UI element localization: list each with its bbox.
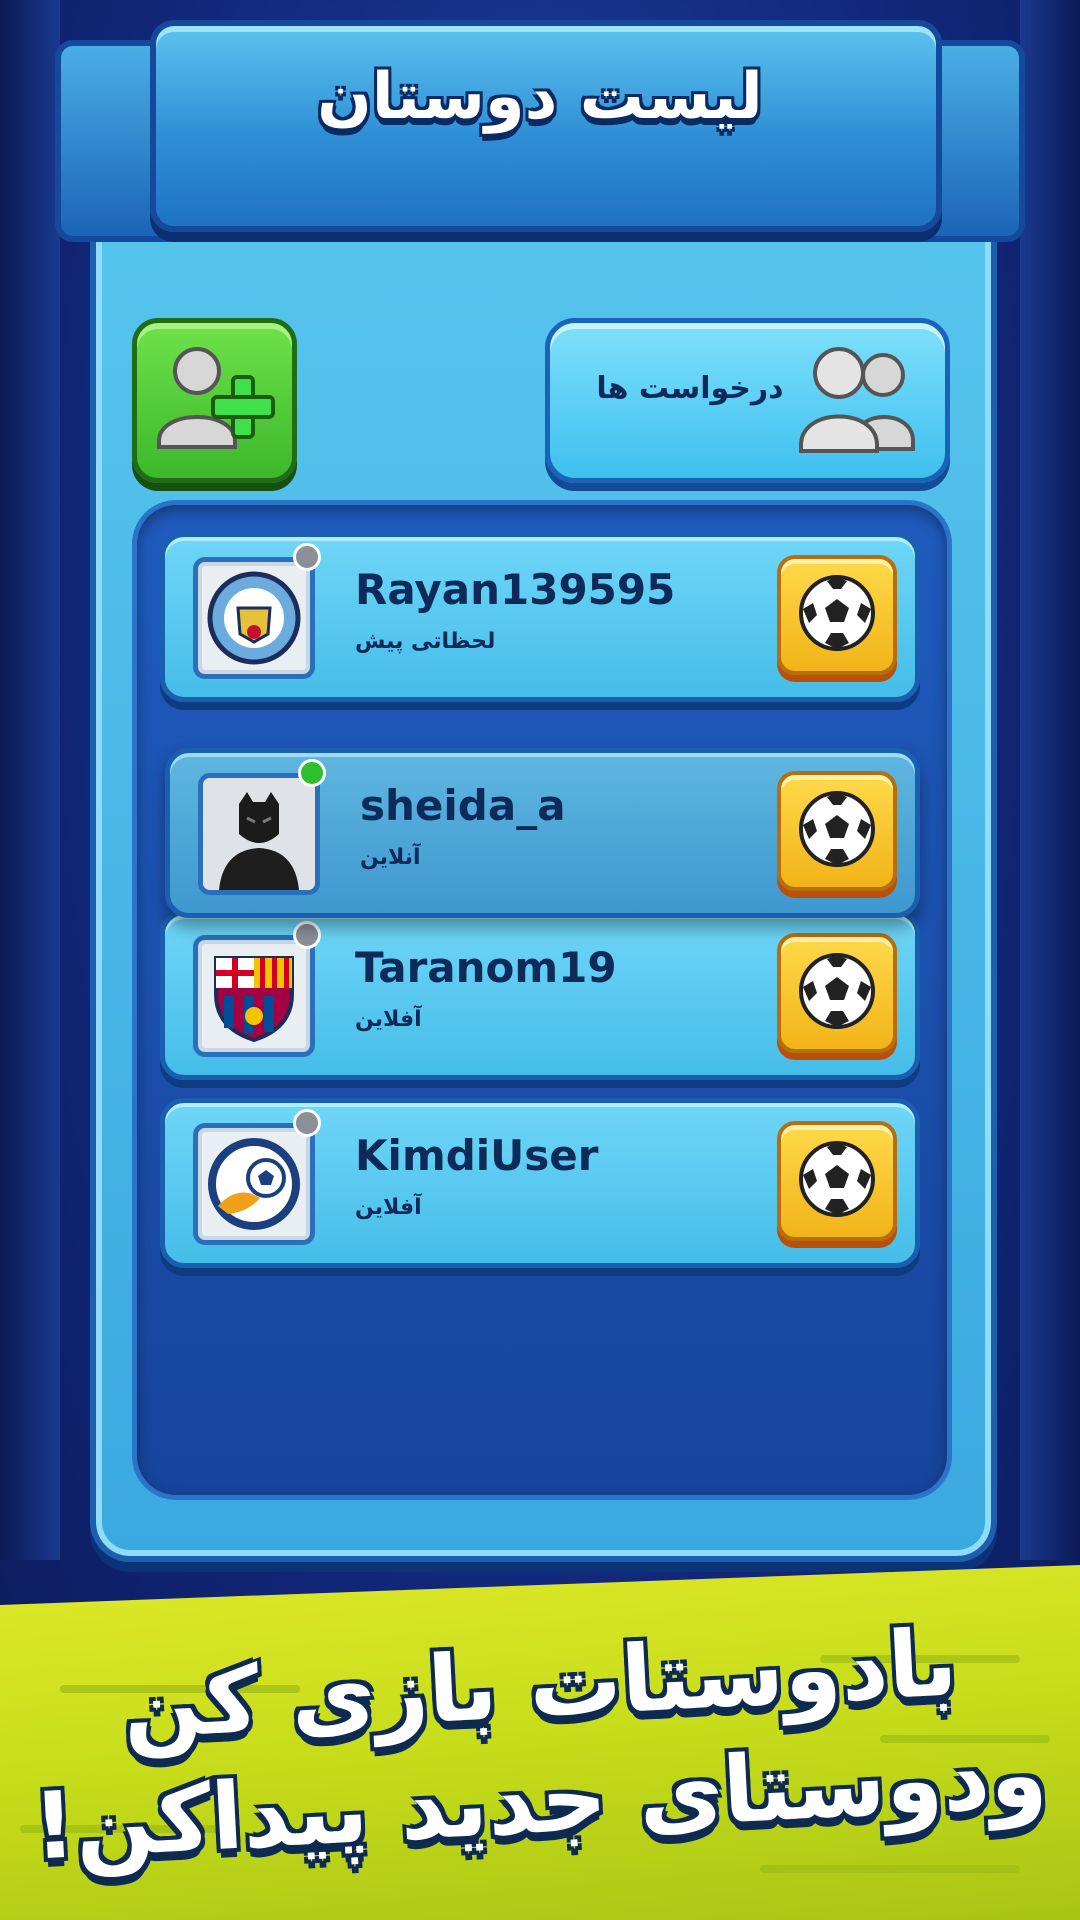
status-dot <box>293 921 321 949</box>
soccer-ball-icon <box>799 1141 875 1217</box>
soccer-ball-icon <box>799 953 875 1029</box>
friend-username: Rayan139595 <box>355 565 676 614</box>
soccer-ball-icon <box>799 791 875 867</box>
add-friend-button[interactable] <box>132 318 297 483</box>
status-dot <box>293 1109 321 1137</box>
friend-requests-label: درخواست ها <box>596 371 784 406</box>
friend-row-selected[interactable]: sheida_a آنلاین <box>165 748 920 918</box>
status-dot <box>298 759 326 787</box>
right-edge <box>1020 0 1080 1560</box>
friend-requests-button[interactable]: درخواست ها <box>545 318 950 483</box>
users-icon <box>799 347 915 453</box>
challenge-button[interactable] <box>777 933 897 1053</box>
page-title: لیست دوستان <box>317 60 763 134</box>
friend-status: لحظاتی پیش <box>355 629 496 654</box>
challenge-button[interactable] <box>777 771 897 891</box>
football-league-logo <box>193 1123 315 1245</box>
challenge-button[interactable] <box>777 1121 897 1241</box>
friend-row[interactable]: Taranom19 آفلاین <box>160 910 920 1080</box>
status-dot <box>293 543 321 571</box>
black-panther-avatar <box>198 773 320 895</box>
friend-username: sheida_a <box>360 781 566 830</box>
friend-status: آفلاین <box>355 1195 422 1220</box>
promo-slogan: بادوستات بازی کن ودوستای جدید پیداکن! <box>0 1609 1080 1880</box>
grass-streak <box>760 1865 1020 1873</box>
manchester-city-logo <box>193 557 315 679</box>
friend-status: آنلاین <box>360 845 421 870</box>
friend-username: KimdiUser <box>355 1131 599 1180</box>
friend-status: آفلاین <box>355 1007 422 1032</box>
left-edge <box>0 0 60 1560</box>
fc-barcelona-logo <box>193 935 315 1057</box>
friend-row[interactable]: Rayan139595 لحظاتی پیش <box>160 532 920 702</box>
add-user-icon <box>157 347 275 449</box>
friend-username: Taranom19 <box>355 943 617 992</box>
soccer-ball-icon <box>799 575 875 651</box>
challenge-button[interactable] <box>777 555 897 675</box>
friend-row[interactable]: KimdiUser آفلاین <box>160 1098 920 1268</box>
